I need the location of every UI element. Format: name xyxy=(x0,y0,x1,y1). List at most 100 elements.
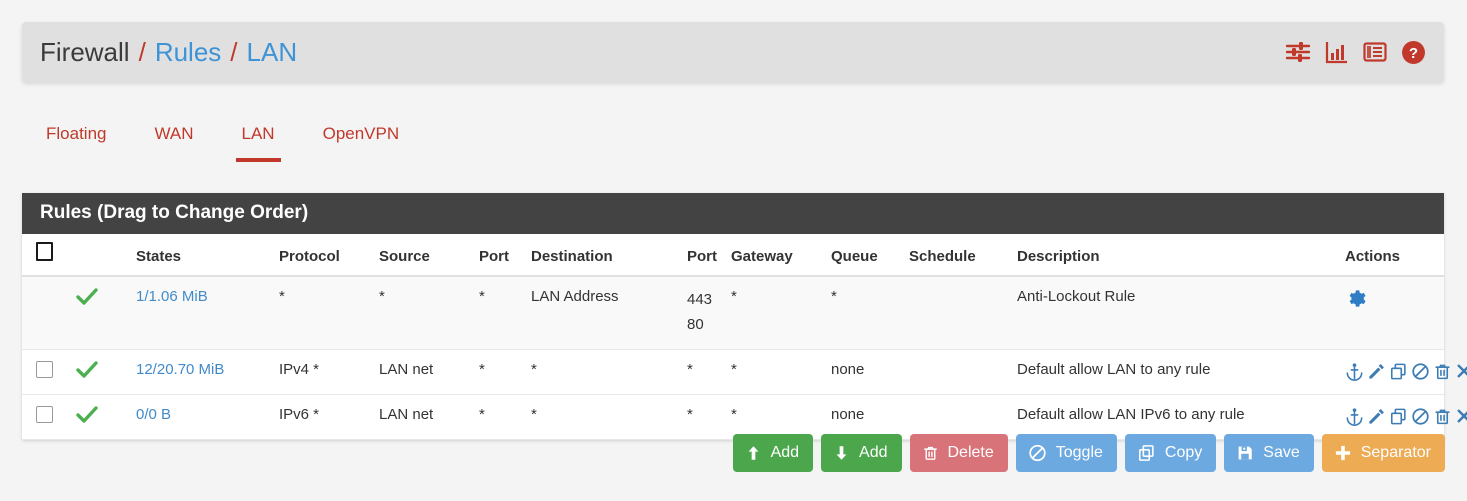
header-description: Description xyxy=(1013,234,1341,277)
toggle-label: Toggle xyxy=(1055,444,1103,461)
add-rule-top-label: Add xyxy=(770,444,800,461)
pass-check-icon xyxy=(76,360,98,378)
row-destination-cell: LAN Address xyxy=(527,276,683,350)
trash-icon[interactable] xyxy=(1433,361,1452,382)
ban-icon xyxy=(1028,443,1047,463)
row-status-cell xyxy=(72,276,132,350)
table-row[interactable]: 0/0 B IPv6 * LAN net * * * * none Defaul… xyxy=(22,394,1467,440)
copy-icon[interactable] xyxy=(1389,406,1408,427)
table-row[interactable]: 12/20.70 MiB IPv4 * LAN net * * * * none… xyxy=(22,349,1467,395)
row-checkbox[interactable] xyxy=(36,405,53,423)
close-icon[interactable] xyxy=(1455,406,1467,426)
add-rule-bottom-label: Add xyxy=(859,444,888,461)
row-actions-cell xyxy=(1341,394,1467,440)
copy-button[interactable]: Copy xyxy=(1124,434,1217,472)
row-source-port-cell: * xyxy=(475,349,527,395)
table-row[interactable]: 1/1.06 MiB * * * LAN Address 443 80 * * … xyxy=(22,276,1444,350)
header-protocol: Protocol xyxy=(275,234,375,277)
trash-icon xyxy=(922,443,939,463)
row-queue-cell: none xyxy=(827,394,905,440)
trash-icon[interactable] xyxy=(1433,406,1452,427)
pencil-icon[interactable] xyxy=(1367,361,1386,382)
rules-panel: Rules (Drag to Change Order) States Prot… xyxy=(22,193,1467,440)
tab-wan[interactable]: WAN xyxy=(130,108,217,162)
separator-label: Separator xyxy=(1360,444,1431,461)
separator-button[interactable]: Separator xyxy=(1321,434,1445,472)
row-status-cell xyxy=(72,394,132,440)
header-queue: Queue xyxy=(827,234,905,277)
save-button[interactable]: Save xyxy=(1224,434,1314,472)
firewall-rules-page: Firewall / Rules / LAN ? Floating WAN LA… xyxy=(0,0,1467,501)
dest-port-value: 443 xyxy=(687,291,713,308)
states-link[interactable]: 0/0 B xyxy=(136,406,171,423)
bar-chart-icon[interactable] xyxy=(1325,40,1349,64)
rules-table: States Protocol Source Port Destination … xyxy=(22,234,1467,440)
delete-button[interactable]: Delete xyxy=(909,434,1008,472)
save-label: Save xyxy=(1263,444,1300,461)
add-rule-top-button[interactable]: Add xyxy=(732,434,814,472)
header-destination: Destination xyxy=(527,234,683,277)
header-actions: Actions xyxy=(1341,234,1444,277)
header-select-all[interactable] xyxy=(22,234,72,277)
row-destination-cell: * xyxy=(527,349,683,395)
ban-icon[interactable] xyxy=(1411,361,1430,382)
plus-icon xyxy=(1334,443,1352,463)
row-queue-cell: * xyxy=(827,276,905,350)
row-states-cell: 0/0 B xyxy=(132,394,275,440)
tab-lan[interactable]: LAN xyxy=(218,108,299,162)
help-circle-icon[interactable]: ? xyxy=(1401,40,1426,65)
row-gateway-cell: * xyxy=(727,276,827,350)
gear-icon[interactable] xyxy=(1345,288,1366,309)
row-gateway-cell: * xyxy=(727,394,827,440)
breadcrumb-link-lan[interactable]: LAN xyxy=(247,37,298,68)
row-dest-port-cell: * xyxy=(683,394,727,440)
anchor-icon[interactable] xyxy=(1345,361,1364,382)
toggle-button[interactable]: Toggle xyxy=(1015,434,1117,472)
breadcrumb-separator-1: / xyxy=(138,36,146,67)
copy-icon[interactable] xyxy=(1389,361,1408,382)
row-select-cell[interactable] xyxy=(22,394,72,440)
log-list-icon[interactable] xyxy=(1363,40,1387,64)
select-all-checkbox[interactable] xyxy=(36,242,53,261)
row-protocol-cell: * xyxy=(275,276,375,350)
rules-action-buttons: Add Add Delete Toggle Copy Save Separato… xyxy=(732,434,1445,472)
copy-icon xyxy=(1137,443,1156,463)
breadcrumb-link-rules[interactable]: Rules xyxy=(155,37,221,68)
row-select-cell[interactable] xyxy=(22,349,72,395)
anchor-icon[interactable] xyxy=(1345,406,1364,427)
row-checkbox[interactable] xyxy=(36,360,53,378)
row-protocol-cell: IPv6 * xyxy=(275,394,375,440)
row-select-cell xyxy=(22,276,72,350)
pencil-icon[interactable] xyxy=(1367,406,1386,427)
header-dest-port: Port xyxy=(683,234,727,277)
row-schedule-cell xyxy=(905,394,1013,440)
row-description-cell: Default allow LAN to any rule xyxy=(1013,349,1341,395)
breadcrumb-root: Firewall xyxy=(40,36,130,67)
arrow-up-icon xyxy=(745,443,762,463)
states-link[interactable]: 12/20.70 MiB xyxy=(136,361,224,378)
sliders-icon[interactable] xyxy=(1285,40,1311,64)
row-description-cell: Default allow LAN IPv6 to any rule xyxy=(1013,394,1341,440)
row-source-cell: LAN net xyxy=(375,394,475,440)
ban-icon[interactable] xyxy=(1411,406,1430,427)
close-icon[interactable] xyxy=(1455,361,1467,381)
arrow-down-icon xyxy=(833,443,850,463)
tab-lan-label: LAN xyxy=(241,124,275,143)
header-states: States xyxy=(132,234,275,277)
row-dest-port-cell: 443 80 xyxy=(683,276,727,350)
row-states-cell: 1/1.06 MiB xyxy=(132,276,275,350)
row-queue-cell: none xyxy=(827,349,905,395)
add-rule-bottom-button[interactable]: Add xyxy=(821,434,902,472)
states-link[interactable]: 1/1.06 MiB xyxy=(136,288,208,305)
header-status xyxy=(72,234,132,277)
copy-label: Copy xyxy=(1164,444,1203,461)
row-schedule-cell xyxy=(905,349,1013,395)
header-schedule: Schedule xyxy=(905,234,1013,277)
breadcrumb-separator-2: / xyxy=(230,36,238,67)
row-actions-cell xyxy=(1341,276,1444,350)
table-header-row: States Protocol Source Port Destination … xyxy=(22,234,1444,277)
tab-floating[interactable]: Floating xyxy=(22,108,130,162)
row-description-cell: Anti-Lockout Rule xyxy=(1013,276,1341,350)
tab-openvpn[interactable]: OpenVPN xyxy=(299,108,424,162)
row-actions-cell xyxy=(1341,349,1467,395)
